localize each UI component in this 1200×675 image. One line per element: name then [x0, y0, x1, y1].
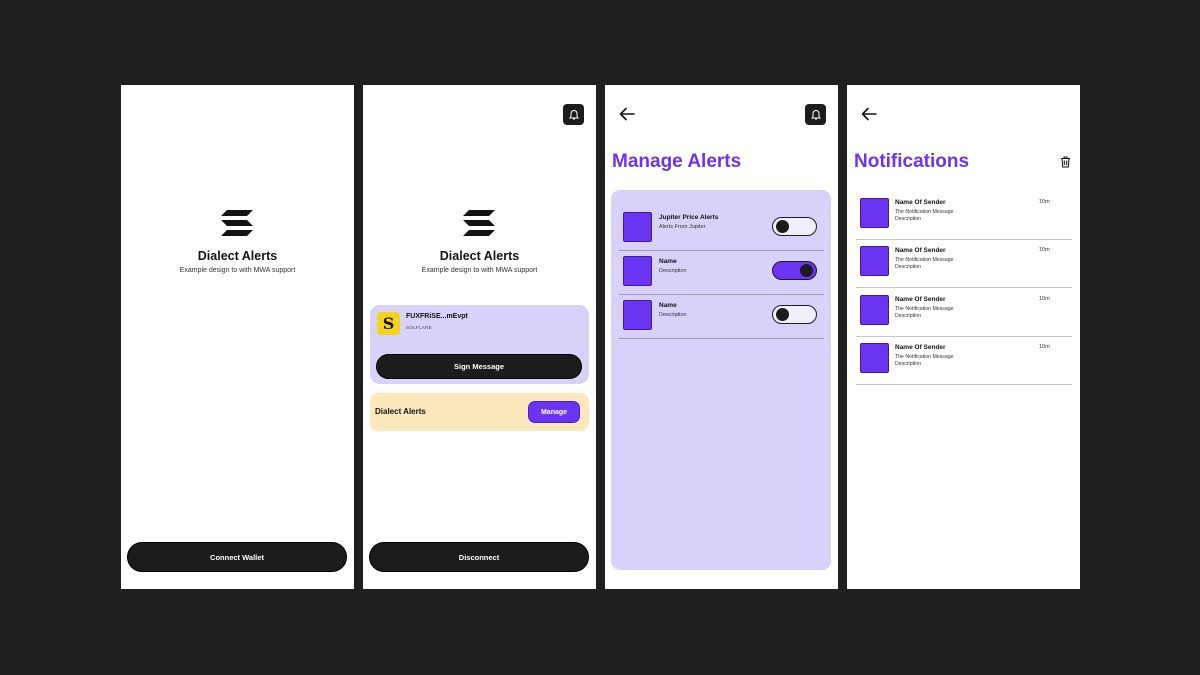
alert-description: Description: [659, 268, 687, 274]
arrow-left-icon: [861, 107, 877, 121]
app-subtitle: Example design to with MWA support: [421, 267, 538, 274]
alert-row: Name Description: [619, 251, 824, 295]
alert-description: Alerts From Jupiter: [659, 224, 706, 230]
notification-description: Description: [895, 313, 921, 319]
trash-icon: [1060, 156, 1070, 168]
sender-avatar: [860, 295, 889, 325]
bell-button[interactable]: [563, 104, 584, 125]
alert-toggle[interactable]: [772, 305, 817, 324]
alert-name: Name: [659, 302, 677, 309]
back-button[interactable]: [859, 105, 879, 123]
notification-sender: Name Of Sender: [895, 344, 946, 351]
bell-icon: [568, 109, 579, 119]
notification-item[interactable]: Name Of Sender The Notification Message …: [856, 339, 1072, 385]
alert-thumbnail: [623, 300, 652, 330]
sender-avatar: [860, 198, 889, 228]
solana-logo-icon: [463, 210, 495, 236]
notification-message: The Notification Message: [895, 257, 954, 263]
alerts-panel: Jupiter Price Alerts Alerts From Jupiter…: [611, 190, 831, 570]
toggle-knob: [776, 220, 789, 233]
page-title: Notifications: [854, 151, 970, 172]
sender-avatar: [860, 246, 889, 276]
notification-sender: Name Of Sender: [895, 247, 946, 254]
connect-wallet-button[interactable]: Connect Wallet: [127, 542, 347, 572]
notification-message: The Notification Message: [895, 306, 954, 312]
wallet-card: S FUXFRiSE...mEvpt SOLFLARE Sign Message: [370, 305, 589, 384]
alert-description: Description: [659, 312, 687, 318]
notification-description: Description: [895, 216, 921, 222]
alert-name: Name: [659, 258, 677, 265]
notification-time: 10m: [1039, 247, 1050, 253]
manage-button[interactable]: Manage: [528, 401, 580, 423]
notification-sender: Name Of Sender: [895, 199, 946, 206]
notification-item[interactable]: Name Of Sender The Notification Message …: [856, 242, 1072, 288]
screen-connect: Dialect Alerts Example design to with MW…: [121, 85, 354, 589]
notification-time: 10m: [1039, 344, 1050, 350]
notification-sender: Name Of Sender: [895, 296, 946, 303]
bell-button[interactable]: [805, 104, 826, 125]
toggle-knob: [776, 308, 789, 321]
alert-row: Name Description: [619, 295, 824, 339]
wallet-address: FUXFRiSE...mEvpt: [406, 313, 468, 320]
wallet-network: SOLFLARE: [406, 325, 432, 330]
bell-icon: [810, 109, 821, 119]
clear-notifications-button[interactable]: [1058, 155, 1072, 169]
notification-time: 10m: [1039, 296, 1050, 302]
page-title: Manage Alerts: [612, 151, 742, 172]
notification-time: 10m: [1039, 199, 1050, 205]
notification-message: The Notification Message: [895, 209, 954, 215]
toggle-knob: [800, 264, 813, 277]
wallet-avatar: S: [377, 312, 400, 335]
alerts-card-label: Dialect Alerts: [375, 407, 426, 416]
arrow-left-icon: [619, 107, 635, 121]
sign-message-button[interactable]: Sign Message: [376, 354, 582, 379]
screen-connected: Dialect Alerts Example design to with MW…: [363, 85, 596, 589]
screen-notifications: Notifications Name Of Sender The Notific…: [847, 85, 1080, 589]
alert-name: Jupiter Price Alerts: [659, 214, 719, 221]
notification-message: The Notification Message: [895, 354, 954, 360]
app-title: Dialect Alerts: [439, 249, 520, 263]
alert-row: Jupiter Price Alerts Alerts From Jupiter: [619, 207, 824, 251]
notification-description: Description: [895, 264, 921, 270]
notification-item[interactable]: Name Of Sender The Notification Message …: [856, 194, 1072, 240]
notification-item[interactable]: Name Of Sender The Notification Message …: [856, 291, 1072, 337]
app-subtitle: Example design to with MWA support: [179, 267, 296, 274]
notification-description: Description: [895, 361, 921, 367]
alert-thumbnail: [623, 212, 652, 242]
dialect-alerts-card: Dialect Alerts Manage: [370, 393, 589, 431]
app-title: Dialect Alerts: [197, 249, 278, 263]
screen-manage-alerts: Manage Alerts Jupiter Price Alerts Alert…: [605, 85, 838, 589]
sender-avatar: [860, 343, 889, 373]
disconnect-button[interactable]: Disconnect: [369, 542, 589, 572]
back-button[interactable]: [617, 105, 637, 123]
alert-thumbnail: [623, 256, 652, 286]
solana-logo-icon: [221, 210, 253, 236]
alert-toggle[interactable]: [772, 217, 817, 236]
alert-toggle[interactable]: [772, 261, 817, 280]
